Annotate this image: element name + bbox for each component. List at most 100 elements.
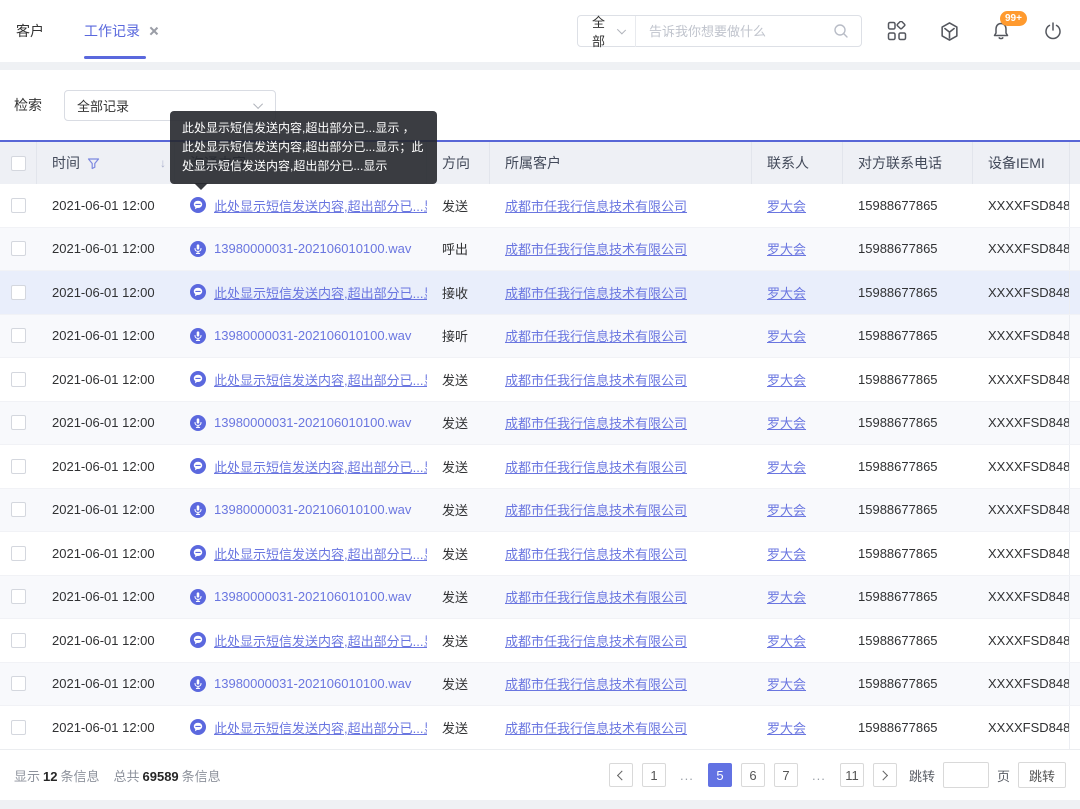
communication-content-link[interactable]: 此处显示短信发送内容,超出部分已...显示: [214, 718, 427, 737]
contact-link[interactable]: 罗大会: [767, 500, 806, 519]
customer-link[interactable]: 成都市任我行信息技术有限公司: [505, 500, 687, 519]
row-checkbox[interactable]: [11, 676, 26, 692]
communication-content-link[interactable]: 13980000031-202106010100.wav: [214, 415, 411, 430]
iemi-cell: XXXXFSD8488: [988, 589, 1070, 605]
jump-button[interactable]: 跳转: [1017, 762, 1066, 788]
phone-cell: 15988677865: [858, 197, 938, 213]
contact-link[interactable]: 罗大会: [767, 674, 806, 693]
communication-content-link[interactable]: 此处显示短信发送内容,超出部分已...显示: [214, 196, 427, 215]
section-divider: [0, 62, 1080, 70]
iemi-cell: XXXXFSD8488: [988, 197, 1070, 213]
filter-funnel-icon[interactable]: [87, 157, 100, 170]
phone-cell: 15988677865: [858, 719, 938, 735]
communication-content-link[interactable]: 13980000031-202106010100.wav: [214, 328, 411, 343]
contact-link[interactable]: 罗大会: [767, 239, 806, 258]
tab-work-records[interactable]: 工作记录: [84, 0, 160, 62]
page-button-11[interactable]: 11: [839, 763, 864, 787]
communication-content-link[interactable]: 13980000031-202106010100.wav: [214, 589, 411, 604]
page-button-5[interactable]: 5: [707, 763, 732, 787]
contact-link[interactable]: 罗大会: [767, 413, 806, 432]
records-table: 时间 ↓ 沟通内容 方向 所属客户 联系人 对方联系电话 设备IEMI 2021…: [0, 140, 1080, 749]
customer-link[interactable]: 成都市任我行信息技术有限公司: [505, 413, 687, 432]
next-page-button[interactable]: [872, 763, 897, 787]
communication-content-link[interactable]: 此处显示短信发送内容,超出部分已...显示: [214, 283, 427, 302]
row-checkbox[interactable]: [11, 415, 26, 431]
row-checkbox[interactable]: [11, 458, 26, 474]
page-button-1[interactable]: 1: [641, 763, 666, 787]
package-icon[interactable]: [938, 20, 960, 42]
row-checkbox[interactable]: [11, 719, 26, 735]
communication-content-link[interactable]: 13980000031-202106010100.wav: [214, 676, 411, 691]
tab-customers[interactable]: 客户: [16, 0, 44, 62]
communication-content-link[interactable]: 此处显示短信发送内容,超出部分已...显示: [214, 457, 427, 476]
row-checkbox[interactable]: [11, 197, 26, 213]
contact-link[interactable]: 罗大会: [767, 196, 806, 215]
contact-link[interactable]: 罗大会: [767, 326, 806, 345]
contact-link[interactable]: 罗大会: [767, 283, 806, 302]
iemi-cell: XXXXFSD8488: [988, 371, 1070, 387]
header-spacer: [1070, 142, 1080, 184]
communication-content-link[interactable]: 此处显示短信发送内容,超出部分已...显示: [214, 544, 427, 563]
select-all-checkbox[interactable]: [10, 155, 26, 171]
page-button-7[interactable]: 7: [773, 763, 798, 787]
row-checkbox[interactable]: [11, 502, 26, 518]
row-checkbox[interactable]: [11, 632, 26, 648]
sort-descending-icon[interactable]: ↓: [160, 156, 166, 170]
customer-link[interactable]: 成都市任我行信息技术有限公司: [505, 587, 687, 606]
customer-link[interactable]: 成都市任我行信息技术有限公司: [505, 457, 687, 476]
row-spacer: [1070, 489, 1080, 532]
row-spacer: [1070, 445, 1080, 488]
ellipsis-page-button: ...: [674, 763, 699, 787]
search-category-select[interactable]: 全部: [578, 12, 635, 50]
power-icon[interactable]: [1042, 20, 1064, 42]
customer-link[interactable]: 成都市任我行信息技术有限公司: [505, 196, 687, 215]
customer-link[interactable]: 成都市任我行信息技术有限公司: [505, 239, 687, 258]
contact-link[interactable]: 罗大会: [767, 587, 806, 606]
contact-link[interactable]: 罗大会: [767, 457, 806, 476]
communication-content-link[interactable]: 13980000031-202106010100.wav: [214, 502, 411, 517]
direction-cell: 接收: [442, 285, 469, 301]
jump-page-input[interactable]: [942, 762, 989, 788]
table-row: 2021-06-01 12:00 此处显示短信发送内容,超出部分已...显示 接…: [0, 271, 1080, 315]
customer-link[interactable]: 成都市任我行信息技术有限公司: [505, 370, 687, 389]
table-footer: 显示 12 条信息 总共 69589 条信息 1... 5 6 7... 11 跳转 页 跳转: [0, 749, 1080, 800]
row-checkbox[interactable]: [11, 589, 26, 605]
chevron-down-icon: [616, 25, 626, 35]
notification-bell-icon[interactable]: 99+: [990, 11, 1027, 42]
table-row: 2021-06-01 12:00 13980000031-20210601010…: [0, 662, 1080, 706]
record-count-info: 显示 12 条信息 总共 69589 条信息: [14, 768, 221, 784]
customer-link[interactable]: 成都市任我行信息技术有限公司: [505, 631, 687, 650]
row-spacer: [1070, 532, 1080, 575]
time-cell: 2021-06-01 12:00: [52, 284, 155, 300]
contact-link[interactable]: 罗大会: [767, 718, 806, 737]
row-checkbox[interactable]: [11, 241, 26, 257]
contact-link[interactable]: 罗大会: [767, 544, 806, 563]
customer-link[interactable]: 成都市任我行信息技术有限公司: [505, 544, 687, 563]
prev-page-button[interactable]: [608, 763, 633, 787]
row-checkbox[interactable]: [11, 545, 26, 561]
apps-grid-icon[interactable]: [886, 20, 908, 42]
customer-link[interactable]: 成都市任我行信息技术有限公司: [505, 674, 687, 693]
search-category-value: 全部: [592, 15, 606, 49]
customer-link[interactable]: 成都市任我行信息技术有限公司: [505, 326, 687, 345]
row-checkbox[interactable]: [11, 371, 26, 387]
time-cell: 2021-06-01 12:00: [52, 415, 155, 431]
chevron-left-icon: [617, 770, 628, 780]
communication-content-link[interactable]: 此处显示短信发送内容,超出部分已...显示: [214, 370, 427, 389]
search-input[interactable]: [636, 23, 833, 39]
row-checkbox[interactable]: [11, 328, 26, 344]
communication-content-link[interactable]: 此处显示短信发送内容,超出部分已...显示: [214, 631, 427, 650]
contact-link[interactable]: 罗大会: [767, 370, 806, 389]
contact-link[interactable]: 罗大会: [767, 631, 806, 650]
customer-link[interactable]: 成都市任我行信息技术有限公司: [505, 283, 687, 302]
microphone-icon: [190, 414, 206, 431]
row-checkbox[interactable]: [11, 284, 26, 300]
phone-cell: 15988677865: [858, 328, 938, 344]
sms-content-tooltip: 此处显示短信发送内容,超出部分已...显示 ， 此处显示短信发送内容,超出部分已…: [170, 111, 437, 190]
close-tab-icon[interactable]: [148, 25, 160, 37]
search-icon[interactable]: [833, 23, 849, 39]
page-button-6[interactable]: 6: [740, 763, 765, 787]
customer-link[interactable]: 成都市任我行信息技术有限公司: [505, 718, 687, 737]
row-spacer: [1070, 315, 1080, 358]
communication-content-link[interactable]: 13980000031-202106010100.wav: [214, 241, 411, 256]
